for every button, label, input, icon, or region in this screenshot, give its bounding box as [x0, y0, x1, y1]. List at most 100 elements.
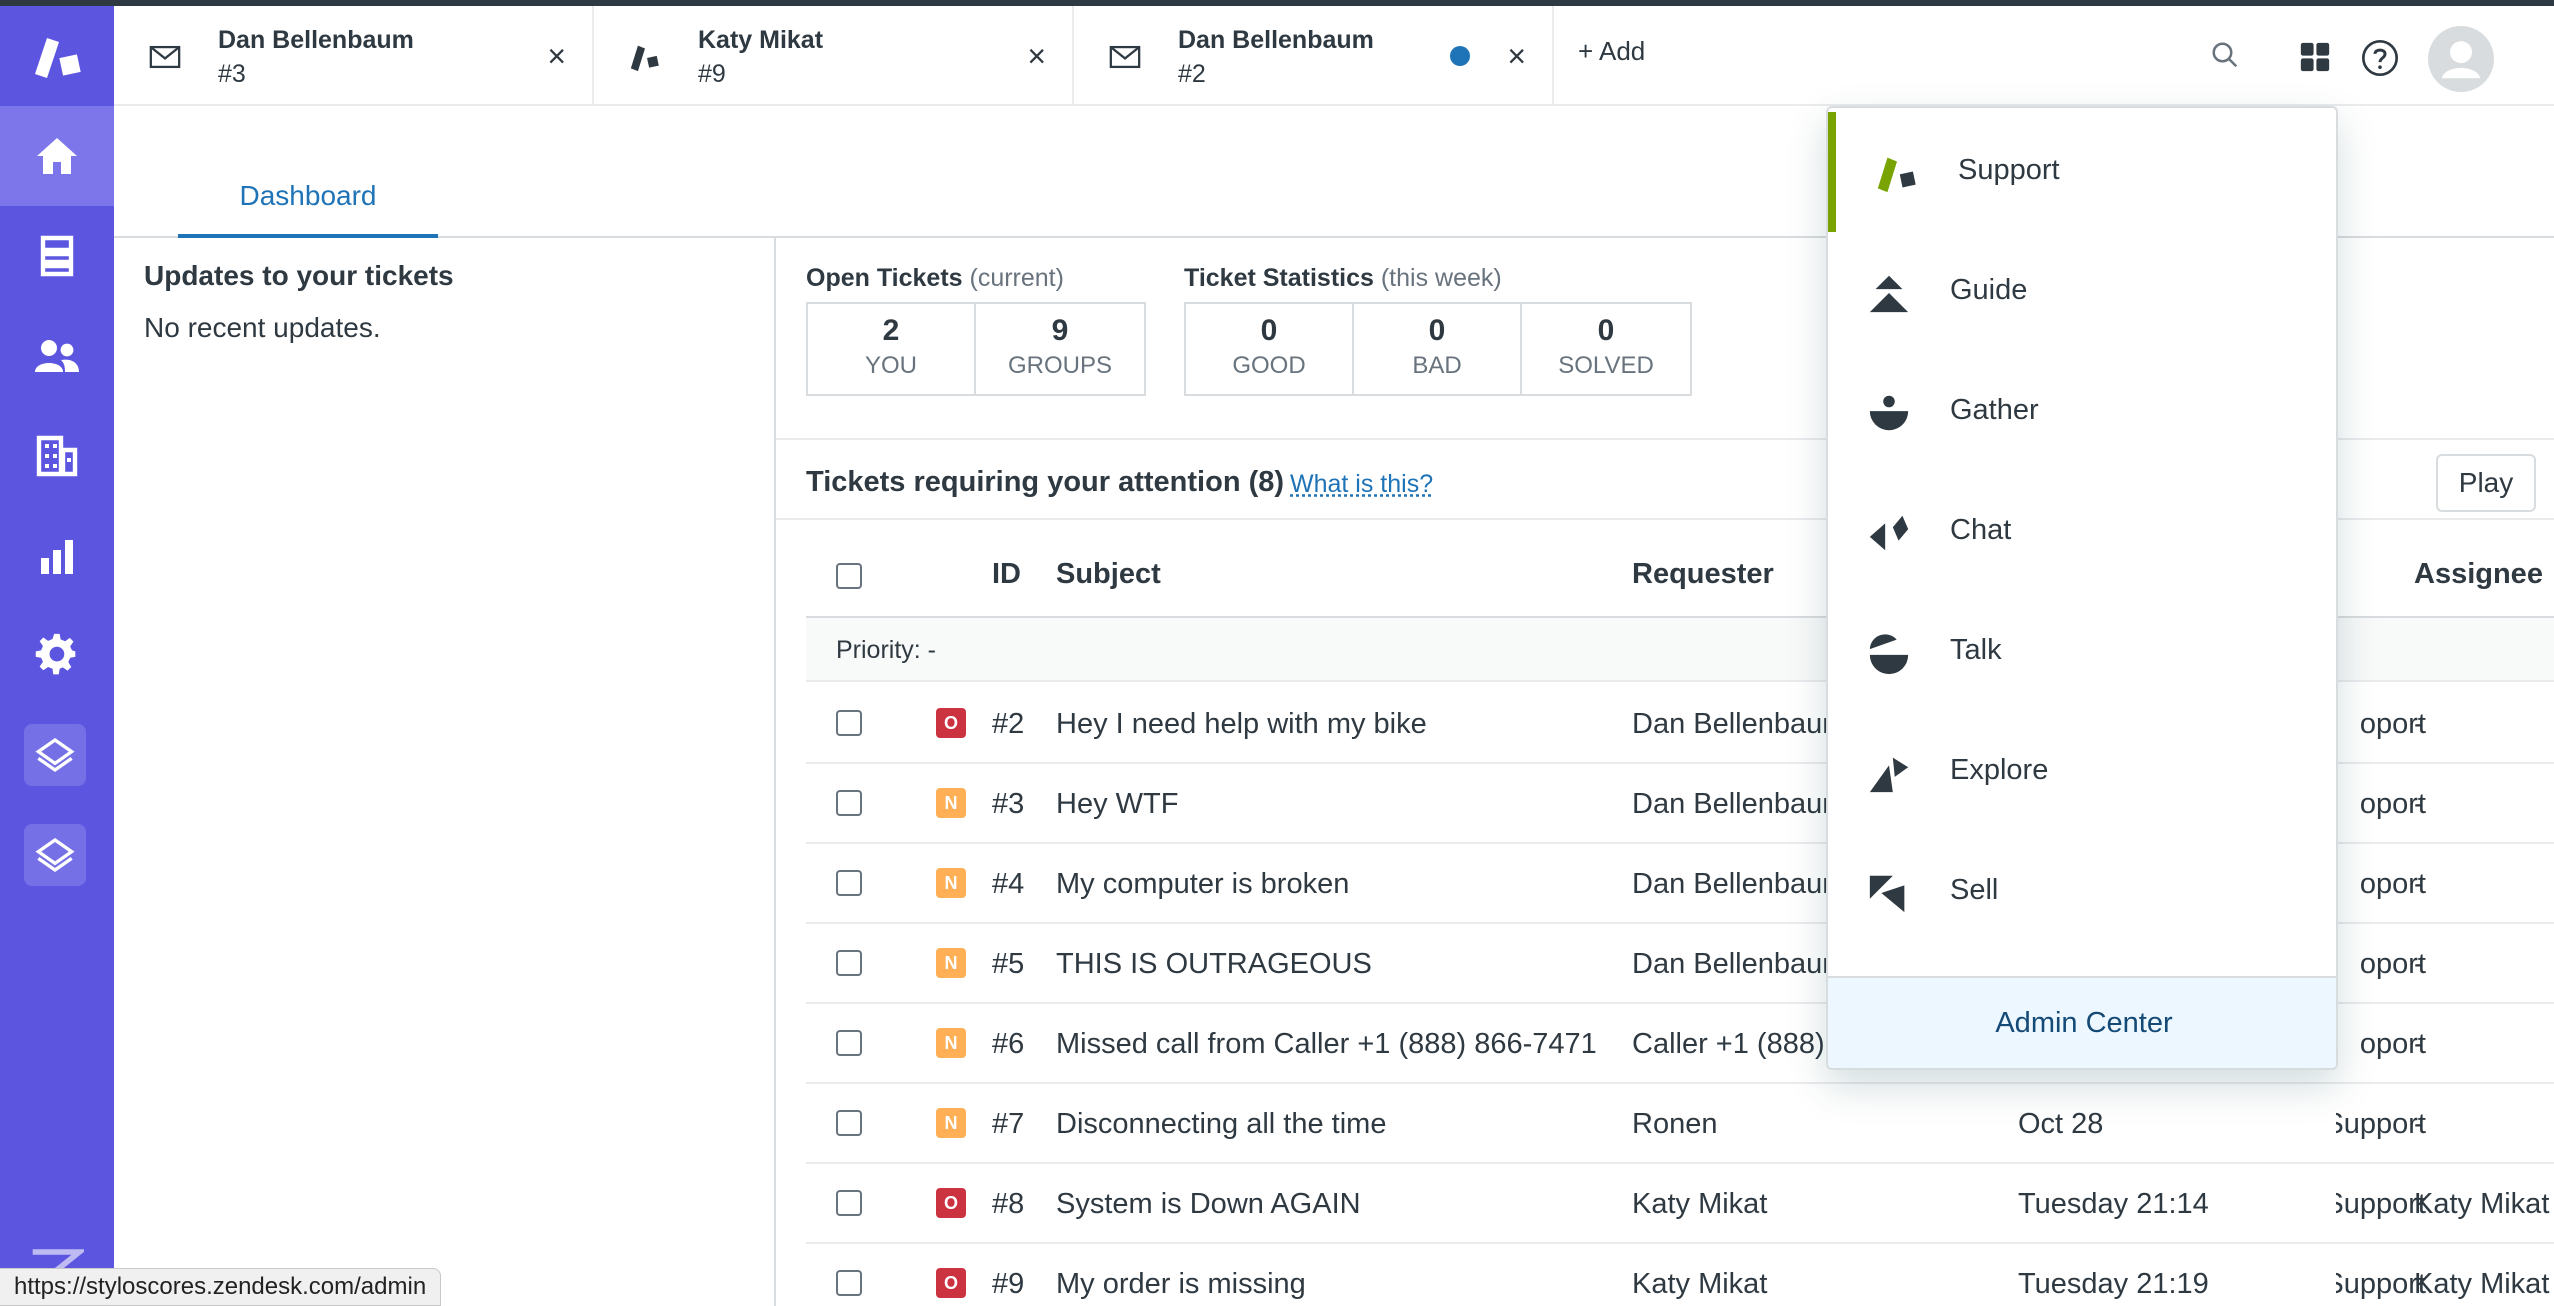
stat-label: GROUPS — [1007, 352, 1112, 379]
ticket-subject[interactable]: Missed call from Caller +1 (888) 866-747… — [1056, 1028, 1597, 1061]
sidebar-home[interactable] — [0, 106, 114, 206]
help-icon[interactable] — [2360, 38, 2400, 78]
gather-icon — [1869, 395, 1909, 431]
ticket-requester: Dan Bellenbaum — [1632, 948, 1842, 980]
table-row[interactable]: O #8 System is Down AGAIN Katy Mikat Tuesday… — [806, 1164, 2554, 1244]
ticket-group: oport — [2359, 868, 2426, 900]
menu-item-gather[interactable]: Gather — [1828, 352, 2336, 472]
status-badge: O — [936, 708, 966, 738]
ticket-requester: Dan Bellenbaum — [1632, 868, 1842, 900]
unsaved-indicator — [1450, 46, 1470, 66]
stat-label: BAD — [1412, 352, 1462, 379]
stat-solved[interactable]: 0 SOLVED — [1522, 304, 1690, 394]
stat-value: 0 — [1597, 314, 1615, 347]
status-bar-url: https://styloscores.zendesk.com/admin — [0, 1268, 442, 1306]
row-checkbox[interactable] — [836, 1110, 862, 1136]
stat-bad[interactable]: 0 BAD — [1354, 304, 1522, 394]
ticket-statistics-label: Ticket Statistics — [1184, 264, 1374, 292]
stat-value: 9 — [1051, 314, 1069, 347]
ticket-subject[interactable]: Disconnecting all the time — [1056, 1108, 1386, 1141]
sidebar-customers[interactable] — [0, 306, 114, 406]
close-icon[interactable]: × — [1027, 40, 1046, 72]
close-icon[interactable]: × — [1507, 40, 1526, 72]
stat-good[interactable]: 0 GOOD — [1186, 304, 1354, 394]
stat-label: YOU — [864, 352, 917, 379]
menu-item-sell[interactable]: Sell — [1828, 832, 2336, 952]
open-tickets-subtitle: (current) — [969, 264, 1064, 292]
products-grid-icon[interactable] — [2298, 40, 2332, 74]
building-icon — [36, 435, 78, 477]
sidebar-app-2[interactable] — [24, 824, 86, 886]
column-id[interactable]: ID — [992, 558, 1021, 591]
home-icon — [37, 138, 77, 174]
ticket-subject[interactable]: My computer is broken — [1056, 868, 1349, 901]
ticket-group: oport — [2359, 1028, 2426, 1060]
stat-groups[interactable]: 9 GROUPS — [976, 304, 1144, 394]
row-checkbox[interactable] — [836, 1270, 862, 1296]
sidebar-app-1[interactable] — [24, 724, 86, 786]
row-checkbox[interactable] — [836, 710, 862, 736]
ticket-group: Support — [2336, 1268, 2426, 1300]
menu-item-talk[interactable]: Talk — [1828, 592, 2336, 712]
what-is-this-link[interactable]: What is this? — [1290, 470, 1433, 499]
row-checkbox[interactable] — [836, 790, 862, 816]
ticket-assignee: - — [2414, 708, 2424, 740]
column-subject[interactable]: Subject — [1056, 558, 1161, 591]
row-checkbox[interactable] — [836, 1190, 862, 1216]
add-tab-button[interactable]: + Add — [1578, 36, 1645, 67]
menu-item-label: Support — [1958, 154, 2060, 186]
ticket-subject[interactable]: THIS IS OUTRAGEOUS — [1056, 948, 1372, 981]
row-checkbox[interactable] — [836, 870, 862, 896]
tab-dashboard[interactable]: Dashboard — [178, 180, 438, 238]
ticket-subject[interactable]: System is Down AGAIN — [1056, 1188, 1361, 1221]
row-checkbox[interactable] — [836, 950, 862, 976]
tab-ticket-number: #2 — [1178, 60, 1206, 88]
ticket-subject[interactable]: Hey I need help with my bike — [1056, 708, 1427, 741]
sidebar-views[interactable] — [0, 206, 114, 306]
ticket-requester: Katy Mikat — [1632, 1188, 1768, 1220]
ticket-assignee: - — [2414, 788, 2424, 820]
menu-item-support[interactable]: Support — [1828, 112, 2336, 232]
table-row[interactable]: N #7 Disconnecting all the time Ronen Oct 28… — [806, 1084, 2554, 1164]
ticket-updated: Oct 28 — [2018, 1108, 2104, 1140]
sidebar-reporting[interactable] — [0, 506, 114, 606]
ticket-assignee: - — [2414, 868, 2424, 900]
ticket-subject[interactable]: My order is missing — [1056, 1268, 1306, 1301]
select-all-checkbox[interactable] — [836, 563, 862, 589]
column-assignee[interactable]: Assignee — [2414, 558, 2543, 591]
sidebar-admin[interactable] — [0, 606, 114, 706]
tab-requester: Dan Bellenbaum — [218, 26, 414, 54]
stat-you[interactable]: 2 YOU — [808, 304, 976, 394]
menu-item-label: Talk — [1950, 634, 2002, 666]
ticket-group: Support — [2336, 1188, 2426, 1220]
ticket-requester: Katy Mikat — [1632, 1268, 1768, 1300]
status-badge: N — [936, 868, 966, 898]
tab-dashboard-label: Dashboard — [239, 180, 377, 211]
ticket-tab-3[interactable]: Dan Bellenbaum #3 × — [114, 6, 594, 106]
sidebar-organizations[interactable] — [0, 406, 114, 506]
search-icon[interactable] — [2210, 40, 2240, 70]
ticket-subject[interactable]: Hey WTF — [1056, 788, 1178, 821]
menu-item-guide[interactable]: Guide — [1828, 232, 2336, 352]
play-button[interactable]: Play — [2436, 454, 2536, 512]
mail-icon — [149, 45, 181, 69]
menu-item-label: Guide — [1950, 274, 2028, 306]
ticket-tab-2[interactable]: Dan Bellenbaum #2 × — [1074, 6, 1554, 106]
ticket-group: oport — [2359, 708, 2426, 740]
status-badge: N — [936, 1108, 966, 1138]
support-icon — [1877, 157, 1916, 193]
menu-item-chat[interactable]: Chat — [1828, 472, 2336, 592]
row-checkbox[interactable] — [836, 1030, 862, 1056]
column-requester[interactable]: Requester — [1632, 558, 1774, 591]
ticket-id: #6 — [992, 1028, 1025, 1060]
admin-center-link[interactable]: Admin Center — [1828, 976, 2336, 1068]
layers-icon — [35, 737, 75, 773]
ticket-tab-9[interactable]: Katy Mikat #9 × — [594, 6, 1074, 106]
status-badge: N — [936, 948, 966, 978]
menu-item-explore[interactable]: Explore — [1828, 712, 2336, 832]
close-icon[interactable]: × — [547, 40, 566, 72]
zendesk-logo[interactable] — [0, 6, 114, 106]
table-row[interactable]: O #9 My order is missing Katy Mikat Tuesday … — [806, 1244, 2554, 1306]
avatar[interactable] — [2428, 26, 2494, 92]
zendesk-support-logo-icon — [35, 38, 81, 78]
